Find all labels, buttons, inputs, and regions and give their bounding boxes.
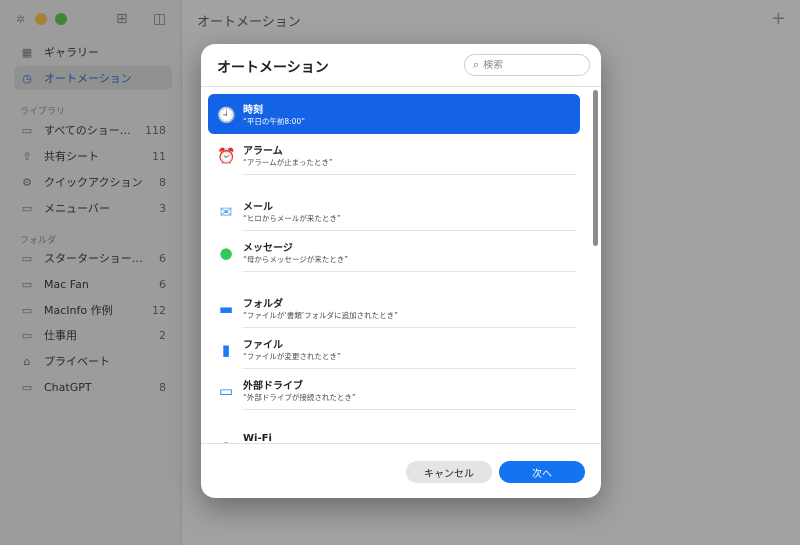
file-icon: ▮ — [221, 341, 231, 359]
search-field[interactable]: ⌕ — [464, 54, 590, 76]
cancel-button[interactable]: キャンセル — [406, 461, 492, 483]
alarm-icon: ⏰ — [217, 147, 236, 165]
automation-sheet: オートメーション ⌕ 🕘 時刻 “平日の午前8:00” ⏰ アラーム “アラーム… — [201, 44, 601, 498]
sheet-title: オートメーション — [217, 60, 329, 76]
scrollbar-thumb[interactable] — [593, 90, 598, 246]
trigger-row-file[interactable]: ▮ ファイル “ファイルが変更されたとき” — [208, 329, 580, 369]
mail-icon: ✉ — [219, 203, 233, 221]
trigger-row-folder[interactable]: ▬ フォルダ “ファイルが‘書類’フォルダに追加されたとき” — [208, 288, 580, 328]
trigger-row-alarm[interactable]: ⏰ アラーム “アラームが止まったとき” — [208, 135, 580, 175]
trigger-row-mail[interactable]: ✉ メール “ヒロからメールが来たとき” — [208, 191, 580, 231]
trigger-row-message[interactable]: ● メッセージ “母からメッセージが来たとき” — [208, 232, 580, 272]
clock-icon: 🕘 — [217, 106, 236, 124]
scrollbar[interactable] — [591, 88, 599, 442]
next-button[interactable]: 次へ — [499, 461, 585, 483]
footer-divider — [201, 443, 601, 444]
search-icon: ⌕ — [473, 58, 480, 71]
search-input[interactable] — [483, 59, 574, 71]
trigger-list: 🕘 時刻 “平日の午前8:00” ⏰ アラーム “アラームが止まったとき” ✉ … — [201, 87, 601, 443]
folder-icon: ▬ — [218, 300, 234, 318]
trigger-row-wifi[interactable]: ◠ Wi-Fi — [208, 426, 580, 443]
trigger-row-external-drive[interactable]: ▭ 外部ドライブ “外部ドライブが接続されたとき” — [208, 370, 580, 410]
drive-icon: ▭ — [218, 382, 234, 400]
trigger-row-time[interactable]: 🕘 時刻 “平日の午前8:00” — [208, 94, 580, 134]
message-icon: ● — [219, 244, 233, 262]
